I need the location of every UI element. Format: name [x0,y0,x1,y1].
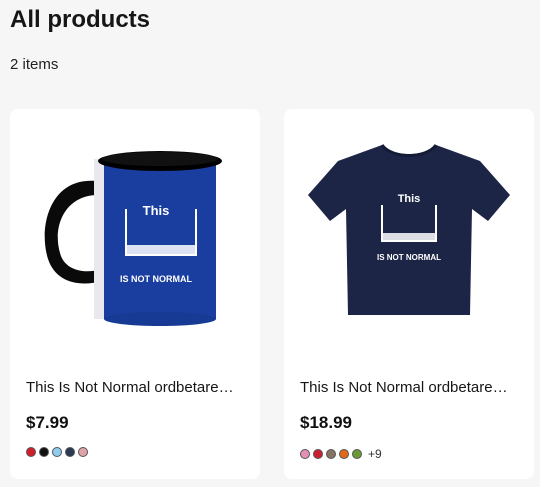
image-headline: This [143,203,170,218]
image-subline: IS NOT NORMAL [377,253,441,262]
page-title: All products [10,6,151,33]
image-headline: This [398,193,421,205]
product-title[interactable]: This Is Not Normal ordbetare… [300,379,522,396]
color-swatches: +9 [300,447,382,461]
color-swatch[interactable] [39,447,49,457]
color-swatch[interactable] [52,447,62,457]
tshirt-image[interactable]: This IS NOT NORMAL [284,109,534,359]
color-swatch[interactable] [26,447,36,457]
product-card[interactable]: This IS NOT NORMAL This Is Not Normal or… [284,109,534,479]
color-swatches [26,447,94,457]
color-swatch[interactable] [352,449,362,459]
mug-image[interactable]: This IS NOT NORMAL [10,109,260,359]
color-swatch[interactable] [339,449,349,459]
item-count: 2 items [10,56,59,73]
product-card[interactable]: This IS NOT NORMAL This Is Not Normal or… [10,109,260,479]
more-colors-count: +9 [368,447,382,461]
image-subline: IS NOT NORMAL [120,274,192,284]
color-swatch[interactable] [65,447,75,457]
product-title[interactable]: This Is Not Normal ordbetare… [26,379,248,396]
color-swatch[interactable] [326,449,336,459]
product-price: $18.99 [300,413,352,432]
color-swatch[interactable] [300,449,310,459]
color-swatch[interactable] [78,447,88,457]
product-price: $7.99 [26,413,69,432]
color-swatch[interactable] [313,449,323,459]
